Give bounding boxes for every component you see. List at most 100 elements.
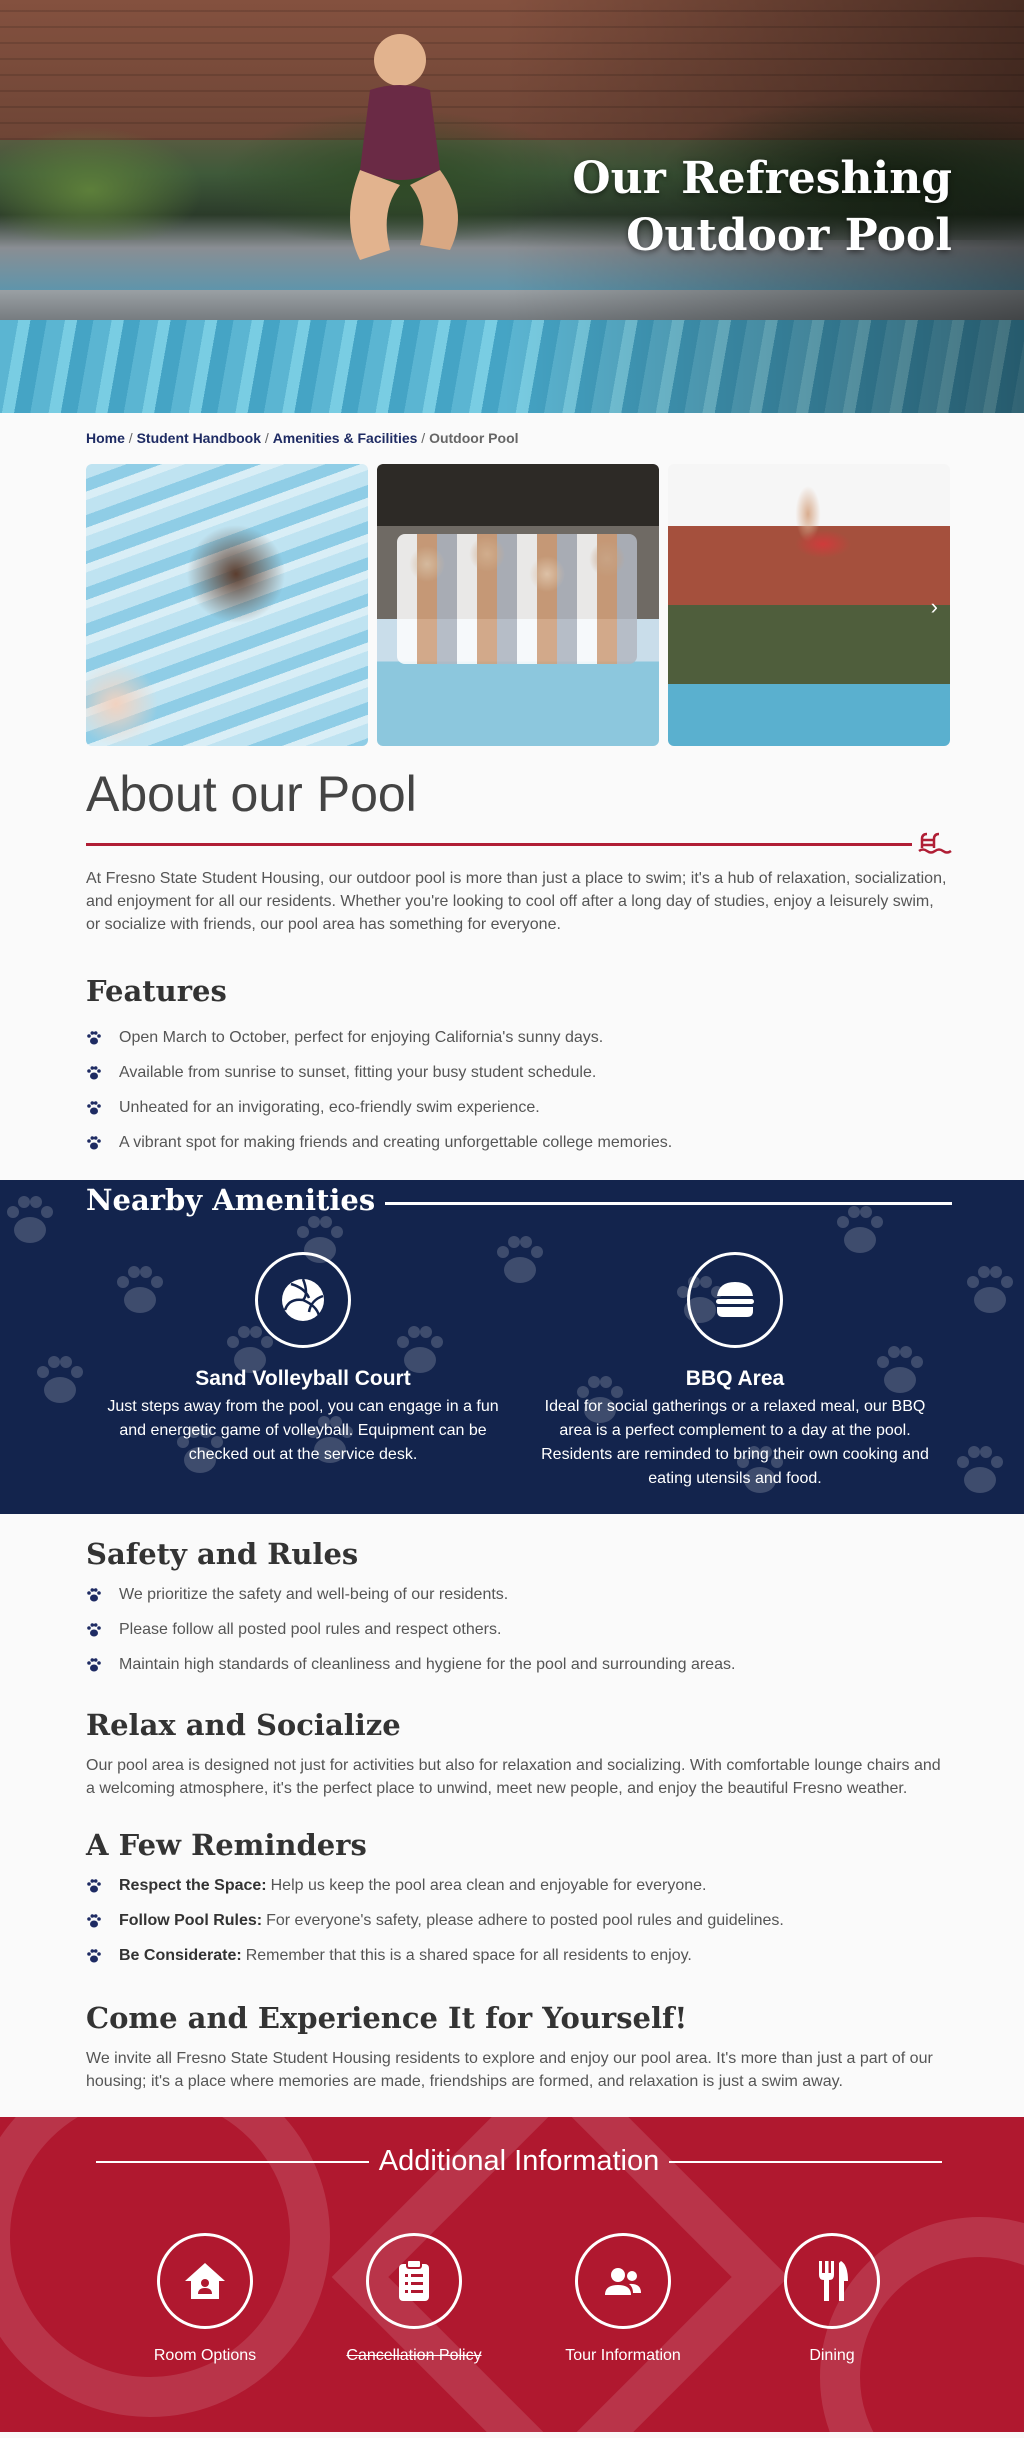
amenity-icon-circle [255, 1252, 351, 1348]
dining-link[interactable]: Dining [752, 2233, 912, 2365]
list-item: A vibrant spot for making friends and cr… [86, 1125, 952, 1160]
paw-icon [87, 1587, 101, 1601]
pool-ladder-icon [918, 832, 952, 854]
reminder-lead: Follow Pool Rules: [119, 1911, 263, 1929]
link-icon-circle [366, 2233, 462, 2329]
additional-heading: Additional Information [378, 2145, 660, 2177]
paw-icon [87, 1065, 101, 1079]
hero-title-line2: Outdoor Pool [626, 210, 952, 261]
about-divider [86, 832, 952, 856]
link-label: Room Options [153, 2347, 257, 2364]
list-item: Respect the Space: Help us keep the pool … [86, 1868, 952, 1903]
amenity-description: Ideal for social gatherings or a relaxed… [541, 1398, 929, 1487]
breadcrumb-current: Outdoor Pool [429, 430, 519, 446]
feature-text: Open March to October, perfect for enjoy… [119, 1028, 604, 1046]
nearby-heading-row: Nearby Amenities [86, 1183, 952, 1217]
list-item: Please follow all posted pool rules and … [86, 1612, 952, 1647]
relax-text: Our pool area is designed not just for a… [86, 1757, 941, 1797]
additional-heading-row: Additional Information [96, 2145, 942, 2178]
cancellation-policy-link[interactable]: Cancellation Policy [334, 2233, 494, 2365]
list-item: Available from sunrise to sunset, fittin… [86, 1055, 952, 1090]
reminders-list: Respect the Space: Help us keep the pool … [86, 1868, 952, 1973]
paw-icon [87, 1878, 101, 1892]
gallery-image-crowd[interactable] [377, 464, 659, 746]
clipboard-icon [399, 2259, 429, 2301]
tour-information-link[interactable]: Tour Information [543, 2233, 703, 2365]
about-heading: About our Pool [86, 766, 417, 822]
come-text: We invite all Fresno State Student Housi… [86, 2050, 933, 2090]
reminder-text: Help us keep the pool area clean and enj… [270, 1876, 707, 1894]
feature-text: A vibrant spot for making friends and cr… [119, 1133, 673, 1151]
additional-info-section: Additional Information Room Options Canc… [0, 2117, 1024, 2432]
safety-text: Please follow all posted pool rules and … [119, 1620, 502, 1638]
reminder-text: Remember that this is a shared space for… [245, 1946, 692, 1964]
feature-text: Unheated for an invigorating, eco-friend… [119, 1098, 540, 1116]
list-item: Maintain high standards of cleanliness a… [86, 1647, 952, 1682]
come-heading: Come and Experience It for Yourself! [86, 2001, 688, 2035]
features-heading: Features [86, 974, 227, 1008]
heading-rule [669, 2160, 942, 2163]
amenity-bbq: BBQ Area Ideal for social gatherings or … [530, 1252, 940, 1491]
link-icon-circle [784, 2233, 880, 2329]
paw-icon [87, 1030, 101, 1044]
heading-rule [385, 1201, 952, 1205]
amenity-name: Sand Volleyball Court [195, 1367, 411, 1390]
nearby-amenities-section: Nearby Amenities Sand Volleyball Court J… [0, 1180, 1024, 1514]
breadcrumb-separator: / [128, 430, 133, 446]
paw-icon [87, 1948, 101, 1962]
amenity-volleyball: Sand Volleyball Court Just steps away fr… [98, 1252, 508, 1467]
chevron-right-icon[interactable]: › [931, 594, 938, 620]
nearby-heading: Nearby Amenities [86, 1183, 376, 1217]
burger-icon [716, 1282, 754, 1317]
fork-knife-icon [819, 2261, 848, 2301]
hero-title-line1: Our Refreshing [572, 153, 952, 204]
divider-line [86, 842, 912, 846]
breadcrumb-separator: / [421, 430, 426, 446]
room-options-link[interactable]: Room Options [125, 2233, 285, 2365]
people-icon [605, 2268, 641, 2295]
reminder-lead: Be Considerate: [119, 1946, 242, 1964]
list-item: Follow Pool Rules: For everyone's safety,… [86, 1903, 952, 1938]
gallery-image-swimmer[interactable] [86, 464, 368, 746]
link-icon-circle [575, 2233, 671, 2329]
paw-icon [87, 1622, 101, 1636]
list-item: Be Considerate: Remember that this is a s… [86, 1938, 952, 1973]
hero-banner: Our Refreshing Outdoor Pool [0, 0, 1024, 413]
safety-text: Maintain high standards of cleanliness a… [119, 1655, 736, 1673]
photo-gallery: › [86, 464, 952, 746]
paw-icon [87, 1657, 101, 1671]
amenity-icon-circle [687, 1252, 783, 1348]
list-item: Unheated for an invigorating, eco-friend… [86, 1090, 952, 1125]
features-list: Open March to October, perfect for enjoy… [86, 1020, 952, 1160]
amenity-description: Just steps away from the pool, you can e… [107, 1398, 499, 1463]
reminders-heading: A Few Reminders [86, 1828, 367, 1862]
gallery-image-diver[interactable]: › [668, 464, 950, 746]
breadcrumb: Home / Student Handbook / Amenities & Fa… [86, 430, 952, 450]
paw-icon [87, 1135, 101, 1149]
paw-icon [87, 1100, 101, 1114]
reminder-text: For everyone's safety, please adhere to … [266, 1911, 784, 1929]
link-icon-circle [157, 2233, 253, 2329]
feature-text: Available from sunrise to sunset, fittin… [119, 1063, 597, 1081]
page-title: Our Refreshing Outdoor Pool [572, 150, 952, 264]
relax-heading: Relax and Socialize [86, 1708, 401, 1742]
breadcrumb-handbook-link[interactable]: Student Handbook [137, 430, 261, 446]
reminder-lead: Respect the Space: [119, 1876, 267, 1894]
paw-icon [87, 1913, 101, 1927]
link-label: Cancellation Policy [346, 2347, 482, 2364]
safety-text: We prioritize the safety and well-being … [119, 1585, 509, 1603]
breadcrumb-amenities-link[interactable]: Amenities & Facilities [273, 430, 418, 446]
heading-rule [96, 2160, 369, 2163]
house-icon [185, 2263, 225, 2299]
list-item: Open March to October, perfect for enjoy… [86, 1020, 952, 1055]
breadcrumb-home-link[interactable]: Home [86, 430, 125, 446]
amenity-name: BBQ Area [685, 1367, 785, 1390]
breadcrumb-separator: / [264, 430, 269, 446]
safety-list: We prioritize the safety and well-being … [86, 1577, 952, 1682]
link-label: Dining [809, 2347, 855, 2364]
volleyball-icon [282, 1278, 324, 1321]
list-item: We prioritize the safety and well-being … [86, 1577, 952, 1612]
safety-heading: Safety and Rules [86, 1537, 359, 1571]
hero-jumper-figure [350, 34, 458, 260]
link-label: Tour Information [565, 2347, 681, 2364]
